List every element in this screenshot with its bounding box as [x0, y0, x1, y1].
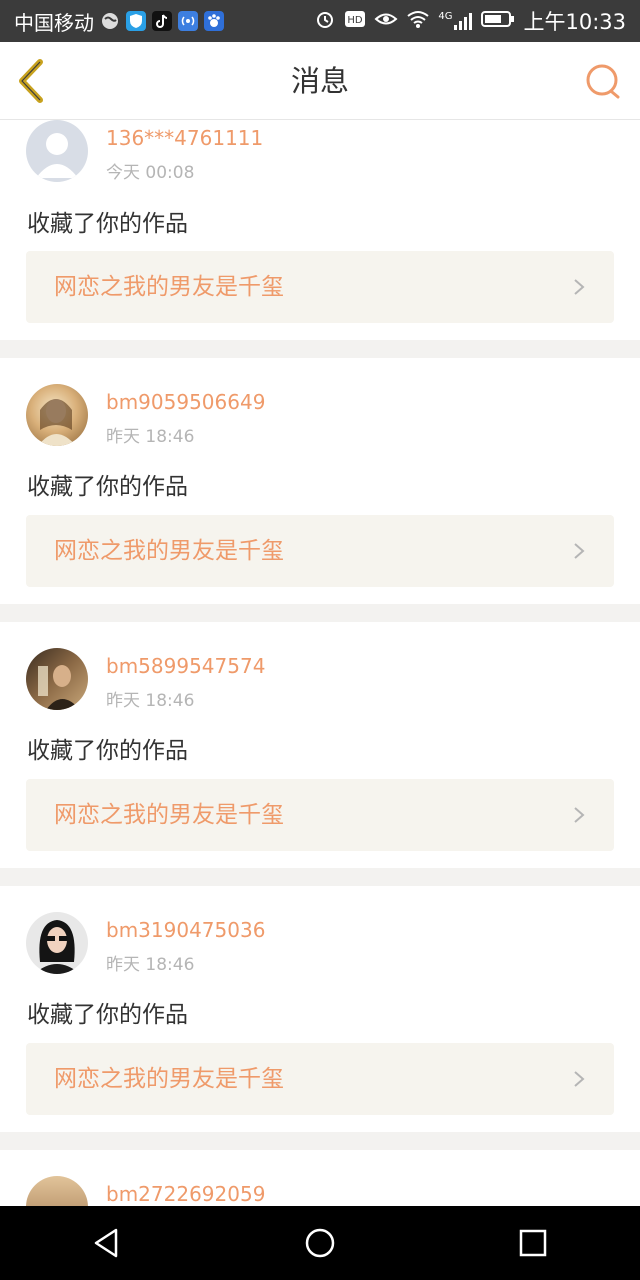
recents-square-icon [520, 1229, 547, 1257]
back-triangle-icon [94, 1228, 117, 1258]
user-photo-avatar[interactable] [26, 648, 88, 710]
chevron-right-icon [574, 543, 585, 559]
message-time: 昨天 18:46 [106, 427, 195, 447]
username[interactable]: bm2722692059 [106, 1182, 265, 1206]
chevron-right-icon [574, 279, 585, 295]
work-title: 网恋之我的男友是千玺 [54, 1066, 284, 1092]
alarm-icon [314, 8, 336, 35]
message-card: bm9059506649 昨天 18:46 收藏了你的作品 网恋之我的男友是千玺 [0, 358, 640, 604]
carrier-name: 中国移动 [14, 10, 94, 35]
message-time: 昨天 18:46 [106, 955, 195, 975]
message-action: 收藏了你的作品 [27, 1002, 188, 1028]
clock: 上午10:33 [523, 10, 626, 34]
username[interactable]: 136***4761111 [106, 126, 263, 150]
username[interactable]: bm5899547574 [106, 654, 265, 678]
message-list[interactable]: 136***4761111 今天 00:08 收藏了你的作品 网恋之我的男友是千… [0, 120, 640, 1206]
nav-home-button[interactable] [290, 1213, 350, 1273]
work-link[interactable]: 网恋之我的男友是千玺 [26, 779, 614, 851]
work-title: 网恋之我的男友是千玺 [54, 538, 284, 564]
work-title: 网恋之我的男友是千玺 [54, 802, 284, 828]
work-link[interactable]: 网恋之我的男友是千玺 [26, 251, 614, 323]
battery-icon [481, 9, 515, 34]
home-circle-icon [305, 1228, 335, 1258]
eye-icon [374, 9, 398, 34]
user-photo-avatar[interactable] [26, 912, 88, 974]
user-photo-avatar[interactable] [26, 1176, 88, 1206]
message-card: bm5899547574 昨天 18:46 收藏了你的作品 网恋之我的男友是千玺 [0, 622, 640, 868]
page-title: 消息 [290, 64, 349, 98]
message-time: 今天 00:08 [106, 163, 195, 183]
message-action: 收藏了你的作品 [27, 211, 188, 237]
status-bar: 中国移动 HD 4G 上午10:33 [0, 0, 640, 42]
work-link[interactable]: 网恋之我的男友是千玺 [26, 515, 614, 587]
network-type: 4G [438, 11, 453, 22]
app-header: 消息 [0, 42, 640, 120]
wifi-icon [406, 9, 430, 34]
username[interactable]: bm3190475036 [106, 918, 265, 942]
message-action: 收藏了你的作品 [27, 738, 188, 764]
nav-recents-button[interactable] [503, 1213, 563, 1273]
tiktok-app-icon [152, 11, 172, 31]
system-nav-bar [0, 1206, 640, 1280]
message-time: 昨天 18:46 [106, 691, 195, 711]
work-title: 网恋之我的男友是千玺 [54, 274, 284, 300]
default-avatar[interactable] [26, 120, 88, 182]
signal-app-icon [178, 11, 198, 31]
paw-app-icon [204, 11, 224, 31]
shield-app-icon [126, 11, 146, 31]
hd-icon: HD [344, 9, 366, 34]
work-link[interactable]: 网恋之我的男友是千玺 [26, 1043, 614, 1115]
user-photo-avatar[interactable] [26, 384, 88, 446]
message-card: bm3190475036 昨天 18:46 收藏了你的作品 网恋之我的男友是千玺 [0, 886, 640, 1132]
search-button[interactable] [584, 62, 624, 102]
search-icon [586, 64, 620, 99]
chevron-right-icon [574, 807, 585, 823]
username[interactable]: bm9059506649 [106, 390, 265, 414]
message-card: 136***4761111 今天 00:08 收藏了你的作品 网恋之我的男友是千… [0, 120, 640, 340]
chevron-right-icon [574, 1071, 585, 1087]
nav-back-button[interactable] [77, 1213, 137, 1273]
message-action: 收藏了你的作品 [27, 474, 188, 500]
globe-icon [100, 11, 120, 31]
message-card: bm2722692059 [0, 1150, 640, 1206]
svg-text:HD: HD [348, 15, 364, 26]
cell-signal-icon: 4G [438, 11, 473, 31]
